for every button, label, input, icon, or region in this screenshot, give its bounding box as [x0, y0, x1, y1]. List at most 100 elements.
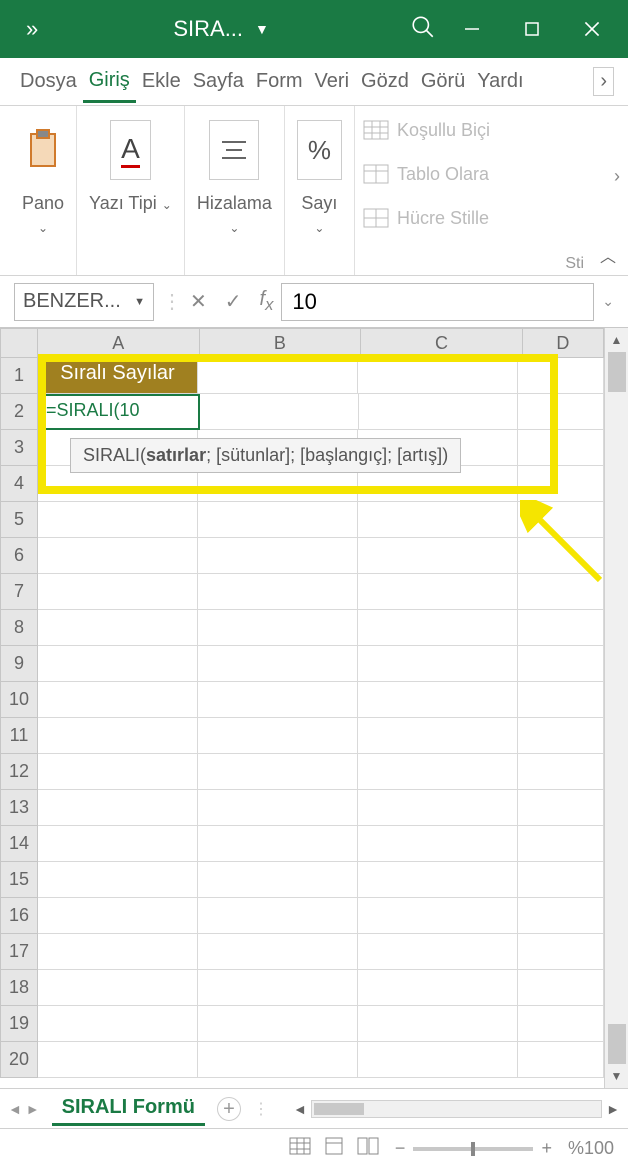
accept-formula-icon[interactable]: ✓	[225, 289, 242, 314]
cell[interactable]	[518, 970, 604, 1006]
cell[interactable]	[38, 898, 198, 934]
cell[interactable]	[198, 358, 358, 394]
format-table-button[interactable]: Tablo Olara	[363, 156, 620, 192]
row-header[interactable]: 11	[0, 718, 38, 754]
row-header[interactable]: 12	[0, 754, 38, 790]
row-header[interactable]: 17	[0, 934, 38, 970]
cell[interactable]	[198, 610, 358, 646]
cell[interactable]	[518, 682, 604, 718]
row-header[interactable]: 7	[0, 574, 38, 610]
cell[interactable]	[198, 574, 358, 610]
fx-icon[interactable]: fx	[260, 288, 274, 315]
page-break-icon[interactable]	[357, 1137, 379, 1160]
select-all-corner[interactable]	[0, 328, 38, 358]
cell[interactable]	[38, 970, 198, 1006]
hscroll-thumb[interactable]	[314, 1103, 364, 1115]
cell[interactable]	[518, 646, 604, 682]
zoom-level[interactable]: %100	[568, 1138, 614, 1159]
cell[interactable]	[38, 682, 198, 718]
tab-goru[interactable]: Görü	[415, 62, 471, 101]
tab-dosya[interactable]: Dosya	[14, 62, 83, 101]
cell[interactable]	[38, 1006, 198, 1042]
tab-gozd[interactable]: Gözd	[355, 62, 415, 101]
cell[interactable]	[198, 1042, 358, 1078]
tab-giris[interactable]: Giriş	[83, 61, 136, 103]
group-pano[interactable]: Pano⌄	[10, 106, 77, 275]
name-box[interactable]: BENZER... ▼	[14, 283, 154, 321]
styles-scroll-icon[interactable]: ›	[614, 166, 620, 187]
cell[interactable]	[358, 898, 518, 934]
cell[interactable]	[358, 970, 518, 1006]
cell[interactable]	[359, 394, 518, 430]
row-header[interactable]: 1	[0, 358, 38, 394]
cell[interactable]	[518, 754, 604, 790]
cell[interactable]	[518, 394, 604, 430]
cell[interactable]	[358, 538, 518, 574]
row-header[interactable]: 13	[0, 790, 38, 826]
collapse-ribbon-icon[interactable]: ︿	[600, 243, 616, 267]
scroll-down-icon[interactable]: ▼	[605, 1064, 628, 1088]
conditional-format-button[interactable]: Koşullu Biçi	[363, 112, 620, 148]
cell[interactable]	[200, 394, 359, 430]
cell[interactable]	[518, 862, 604, 898]
cell[interactable]	[518, 358, 604, 394]
cell[interactable]	[198, 826, 358, 862]
row-header[interactable]: 15	[0, 862, 38, 898]
col-header-d[interactable]: D	[523, 328, 604, 358]
cell[interactable]	[358, 358, 518, 394]
cell[interactable]	[358, 1006, 518, 1042]
normal-view-icon[interactable]	[289, 1137, 311, 1160]
formula-input[interactable]: 10	[281, 283, 594, 321]
cell[interactable]	[518, 826, 604, 862]
cell[interactable]	[358, 718, 518, 754]
add-sheet-button[interactable]: +	[217, 1097, 241, 1121]
cell[interactable]	[358, 862, 518, 898]
cell[interactable]	[198, 1006, 358, 1042]
scroll-thumb-bottom[interactable]	[608, 1024, 626, 1064]
row-header[interactable]: 8	[0, 610, 38, 646]
page-layout-icon[interactable]	[323, 1137, 345, 1160]
maximize-button[interactable]	[520, 17, 544, 41]
tab-sayfa[interactable]: Sayfa	[187, 62, 250, 101]
tab-ekle[interactable]: Ekle	[136, 62, 187, 101]
cell[interactable]	[198, 754, 358, 790]
group-yazi[interactable]: A Yazı Tipi ⌄	[77, 106, 185, 275]
cell[interactable]	[198, 646, 358, 682]
row-header[interactable]: 9	[0, 646, 38, 682]
cell[interactable]	[198, 970, 358, 1006]
row-header[interactable]: 4	[0, 466, 38, 502]
row-header[interactable]: 2	[0, 394, 38, 430]
search-icon[interactable]	[410, 14, 436, 45]
cell[interactable]	[198, 898, 358, 934]
more-commands-icon[interactable]: »	[26, 16, 38, 42]
cell[interactable]	[358, 790, 518, 826]
scroll-right-icon[interactable]: ►	[606, 1101, 620, 1117]
cell[interactable]	[358, 502, 518, 538]
cell[interactable]	[198, 502, 358, 538]
cell[interactable]	[518, 790, 604, 826]
cell[interactable]	[518, 466, 604, 502]
cell[interactable]	[518, 430, 604, 466]
cell[interactable]	[38, 1042, 198, 1078]
cell[interactable]	[198, 790, 358, 826]
cell[interactable]	[518, 1006, 604, 1042]
cell[interactable]	[358, 826, 518, 862]
cell[interactable]	[358, 610, 518, 646]
row-header[interactable]: 18	[0, 970, 38, 1006]
vertical-scrollbar[interactable]: ▲ ▼	[604, 328, 628, 1088]
tab-form[interactable]: Form	[250, 62, 309, 101]
cancel-formula-icon[interactable]: ✕	[190, 289, 207, 314]
row-header[interactable]: 10	[0, 682, 38, 718]
scroll-left-icon[interactable]: ◄	[293, 1101, 307, 1117]
cell[interactable]	[38, 538, 198, 574]
cell[interactable]	[518, 610, 604, 646]
sheet-tab-active[interactable]: SIRALI Formü	[52, 1092, 205, 1126]
cell[interactable]	[518, 934, 604, 970]
row-header[interactable]: 3	[0, 430, 38, 466]
row-header[interactable]: 16	[0, 898, 38, 934]
cell[interactable]	[358, 1042, 518, 1078]
tab-yardi[interactable]: Yardı	[471, 62, 529, 101]
close-button[interactable]	[580, 17, 604, 41]
cell[interactable]	[358, 574, 518, 610]
cell[interactable]	[358, 754, 518, 790]
